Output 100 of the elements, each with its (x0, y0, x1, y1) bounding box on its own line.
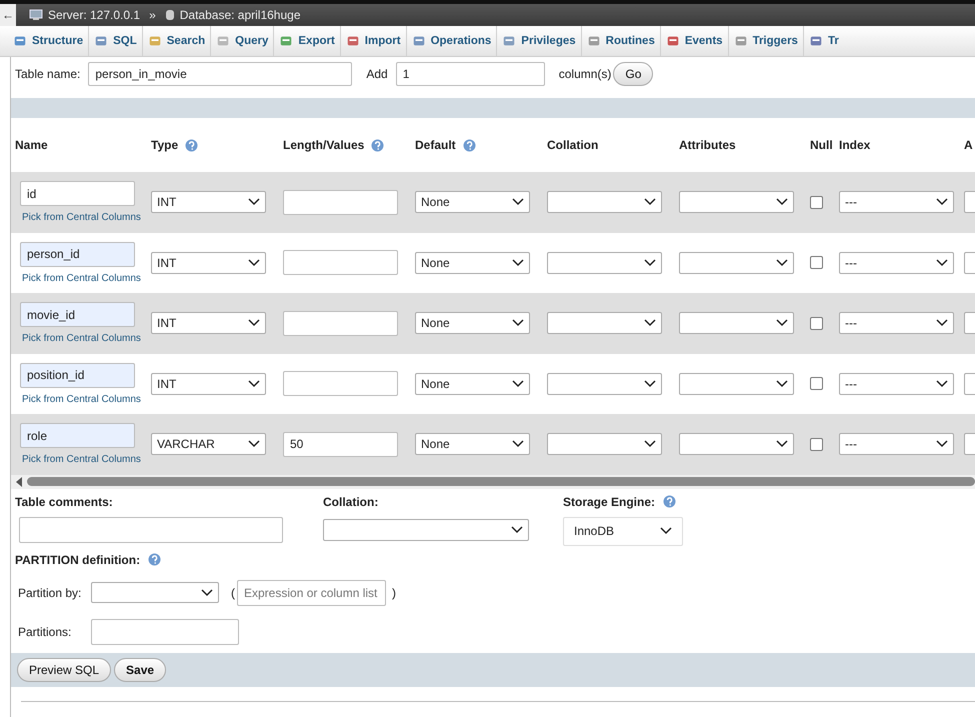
scrollbar-thumb[interactable] (27, 477, 975, 486)
column-name-field[interactable]: person_id (20, 242, 135, 267)
tab[interactable]: Privileges (497, 26, 582, 56)
tab[interactable]: Export (274, 26, 341, 56)
null-checkbox[interactable] (810, 196, 823, 209)
tab[interactable]: Tr (804, 26, 839, 56)
table-comments-label: Table comments: (15, 494, 114, 508)
length-field[interactable] (283, 371, 398, 396)
attributes-select[interactable] (679, 252, 794, 274)
pick-central-columns-link[interactable]: Pick from Central Columns (22, 454, 141, 466)
column-header: Name (15, 138, 48, 152)
caret-icon (660, 527, 672, 535)
index-select[interactable]: --- (839, 252, 954, 274)
add-label: Add (366, 67, 388, 81)
help-icon[interactable] (185, 138, 198, 152)
database-link[interactable]: Database: april16huge (180, 8, 301, 22)
null-checkbox[interactable] (810, 256, 823, 270)
null-checkbox[interactable] (810, 438, 823, 451)
collation-select[interactable] (547, 372, 662, 395)
help-icon[interactable] (371, 138, 384, 152)
scroll-left-icon[interactable] (15, 476, 23, 486)
go-button[interactable]: Go (613, 62, 654, 86)
form-button[interactable]: Save (114, 658, 166, 682)
select-field[interactable] (964, 312, 975, 334)
length-field[interactable] (283, 250, 398, 276)
server-link[interactable]: Server: 127.0.0.1 (48, 8, 140, 22)
pick-central-columns-link[interactable]: Pick from Central Columns (22, 212, 141, 224)
pick-central-columns-link[interactable]: Pick from Central Columns (22, 333, 141, 344)
column-name-field[interactable]: position_id (20, 362, 135, 388)
select-field[interactable] (964, 433, 975, 456)
type-select[interactable]: INT (151, 191, 266, 214)
index-select[interactable]: --- (839, 433, 954, 456)
help-icon[interactable] (148, 553, 162, 566)
column-name-field[interactable]: role (20, 423, 135, 448)
tab[interactable]: Query (211, 26, 274, 56)
tab[interactable]: SQL (89, 26, 143, 56)
tab[interactable]: Search (142, 26, 212, 56)
tab[interactable]: Routines (582, 26, 661, 56)
attributes-select[interactable] (679, 433, 794, 456)
pick-central-columns-link[interactable]: Pick from Central Columns (22, 272, 141, 284)
form-button[interactable]: Preview SQL (17, 658, 112, 682)
default-select[interactable]: None (415, 372, 530, 395)
columns-label: column(s) (558, 67, 612, 81)
tab[interactable]: Import (340, 26, 407, 56)
column-header: Attributes (679, 138, 736, 152)
help-icon[interactable] (462, 138, 476, 152)
collation-select[interactable] (547, 433, 662, 456)
caret-icon (644, 380, 656, 388)
select-field[interactable] (964, 191, 975, 214)
partition-definition-label: PARTITION definition: (15, 552, 140, 566)
length-field[interactable]: 50 (283, 432, 398, 457)
caret-icon (511, 526, 523, 534)
pick-central-columns-link[interactable]: Pick from Central Columns (22, 394, 141, 405)
tab[interactable]: Triggers (728, 26, 804, 56)
column-header: Collation (547, 138, 598, 152)
default-select[interactable]: None (415, 312, 530, 334)
default-select[interactable]: None (415, 433, 530, 456)
parenthesis: ) (392, 586, 396, 600)
type-select[interactable]: INT (151, 252, 266, 274)
column-name-field[interactable]: movie_id (20, 302, 135, 328)
type-select[interactable]: INT (151, 372, 266, 395)
type-select[interactable]: VARCHAR (151, 433, 266, 456)
length-field[interactable] (283, 190, 398, 215)
select-field[interactable] (964, 252, 975, 274)
column-name-field[interactable]: id (20, 181, 135, 206)
table-name-field[interactable]: person_in_movie (88, 62, 352, 86)
null-checkbox[interactable] (810, 377, 823, 390)
attributes-select[interactable] (679, 191, 794, 214)
storage-engine-select[interactable]: InnoDB (563, 516, 683, 546)
caret-icon (936, 319, 948, 328)
caret-icon (248, 258, 260, 267)
index-select[interactable]: --- (839, 372, 954, 395)
expression-field[interactable]: Expression or column list (237, 580, 386, 606)
default-select[interactable]: None (415, 191, 530, 214)
null-checkbox[interactable] (810, 316, 823, 330)
caret-icon (776, 258, 788, 267)
attributes-select[interactable] (679, 312, 794, 334)
server-icon (29, 9, 43, 21)
collation-select[interactable] (547, 191, 662, 214)
default-select[interactable]: None (415, 252, 530, 274)
type-select[interactable]: INT (151, 312, 266, 334)
tab[interactable]: Events (660, 26, 729, 56)
index-select[interactable]: --- (839, 312, 954, 334)
select-field[interactable] (964, 372, 975, 395)
table-comments-field[interactable] (19, 516, 283, 542)
column-header: A (964, 138, 973, 152)
horizontal-scrollbar[interactable] (11, 474, 975, 488)
back-button[interactable]: ← (0, 4, 16, 26)
collation-select[interactable] (323, 518, 529, 540)
partition-by-select[interactable] (91, 582, 219, 603)
partitions-field[interactable] (91, 618, 239, 644)
index-select[interactable]: --- (839, 191, 954, 214)
collation-select[interactable] (547, 252, 662, 274)
help-icon[interactable] (663, 495, 676, 508)
column-count-field[interactable]: 1 (396, 62, 545, 86)
tab[interactable]: Structure (8, 26, 90, 56)
tab[interactable]: Operations (406, 26, 498, 56)
collation-select[interactable] (547, 312, 662, 334)
length-field[interactable] (283, 310, 398, 336)
attributes-select[interactable] (679, 372, 794, 395)
